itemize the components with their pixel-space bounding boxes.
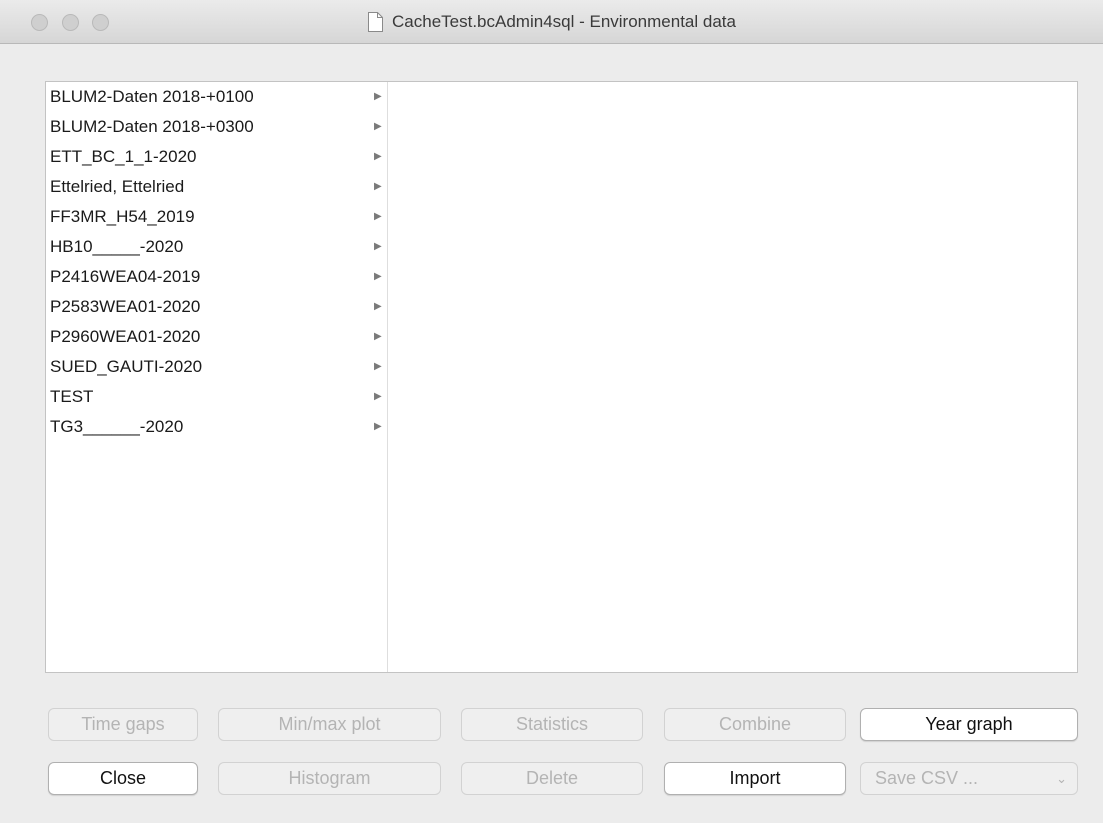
- document-icon: [368, 12, 384, 32]
- dataset-item-label: HB10_____-2020: [50, 237, 184, 256]
- dataset-item[interactable]: SUED_GAUTI-2020 ▶: [46, 352, 388, 382]
- chevron-down-icon: ⌄: [1056, 771, 1067, 786]
- dataset-item-label: TEST: [50, 387, 94, 406]
- dataset-item[interactable]: P2416WEA04-2019 ▶: [46, 262, 388, 292]
- year-graph-button[interactable]: Year graph: [860, 708, 1078, 741]
- dataset-item[interactable]: ETT_BC_1_1-2020 ▶: [46, 142, 388, 172]
- dataset-browser: BLUM2-Daten 2018-+0100 ▶ BLUM2-Daten 201…: [45, 81, 1078, 673]
- dataset-item-label: BLUM2-Daten 2018-+0300: [50, 117, 254, 136]
- submenu-arrow-icon: ▶: [374, 361, 382, 372]
- dataset-list[interactable]: BLUM2-Daten 2018-+0100 ▶ BLUM2-Daten 201…: [46, 82, 388, 672]
- import-button[interactable]: Import: [664, 762, 846, 795]
- window-title: CacheTest.bcAdmin4sql - Environmental da…: [392, 12, 736, 31]
- submenu-arrow-icon: ▶: [374, 151, 382, 162]
- statistics-button[interactable]: Statistics: [461, 708, 643, 741]
- min-max-plot-button[interactable]: Min/max plot: [218, 708, 441, 741]
- dataset-item-label: BLUM2-Daten 2018-+0100: [50, 87, 254, 106]
- dataset-item-label: P2583WEA01-2020: [50, 297, 201, 316]
- combine-button[interactable]: Combine: [664, 708, 846, 741]
- submenu-arrow-icon: ▶: [374, 391, 382, 402]
- submenu-column[interactable]: [388, 82, 1077, 672]
- dataset-item[interactable]: P2960WEA01-2020 ▶: [46, 322, 388, 352]
- submenu-arrow-icon: ▶: [374, 331, 382, 342]
- time-gaps-button[interactable]: Time gaps: [48, 708, 198, 741]
- save-csv-popup[interactable]: Save CSV ... ⌄: [860, 762, 1078, 795]
- delete-button[interactable]: Delete: [461, 762, 643, 795]
- dataset-item-label: SUED_GAUTI-2020: [50, 357, 203, 376]
- save-csv-selected: Save CSV ...: [875, 768, 979, 788]
- title-bar[interactable]: CacheTest.bcAdmin4sql - Environmental da…: [0, 0, 1103, 44]
- dataset-item-label: P2416WEA04-2019: [50, 267, 201, 286]
- dataset-item[interactable]: P2583WEA01-2020 ▶: [46, 292, 388, 322]
- submenu-arrow-icon: ▶: [374, 91, 382, 102]
- dataset-item-label: Ettelried, Ettelried: [50, 177, 185, 196]
- close-button[interactable]: Close: [48, 762, 198, 795]
- submenu-arrow-icon: ▶: [374, 121, 382, 132]
- dataset-item-label: FF3MR_H54_2019: [50, 207, 195, 226]
- submenu-arrow-icon: ▶: [374, 301, 382, 312]
- dataset-item[interactable]: HB10_____-2020 ▶: [46, 232, 388, 262]
- window-title-group: CacheTest.bcAdmin4sql - Environmental da…: [0, 0, 1103, 44]
- environmental-data-window: CacheTest.bcAdmin4sql - Environmental da…: [0, 0, 1103, 823]
- submenu-arrow-icon: ▶: [374, 211, 382, 222]
- dataset-item-label: P2960WEA01-2020: [50, 327, 201, 346]
- submenu-arrow-icon: ▶: [374, 241, 382, 252]
- histogram-button[interactable]: Histogram: [218, 762, 441, 795]
- dataset-item[interactable]: TG3______-2020 ▶: [46, 412, 388, 442]
- dataset-item[interactable]: TEST ▶: [46, 382, 388, 412]
- submenu-arrow-icon: ▶: [374, 271, 382, 282]
- submenu-arrow-icon: ▶: [374, 181, 382, 192]
- submenu-arrow-icon: ▶: [374, 421, 382, 432]
- dataset-item-label: ETT_BC_1_1-2020: [50, 147, 197, 166]
- dataset-item-label: TG3______-2020: [50, 417, 184, 436]
- dataset-item[interactable]: Ettelried, Ettelried ▶: [46, 172, 388, 202]
- dataset-item[interactable]: FF3MR_H54_2019 ▶: [46, 202, 388, 232]
- dataset-item[interactable]: BLUM2-Daten 2018-+0100 ▶: [46, 82, 388, 112]
- dataset-item[interactable]: BLUM2-Daten 2018-+0300 ▶: [46, 112, 388, 142]
